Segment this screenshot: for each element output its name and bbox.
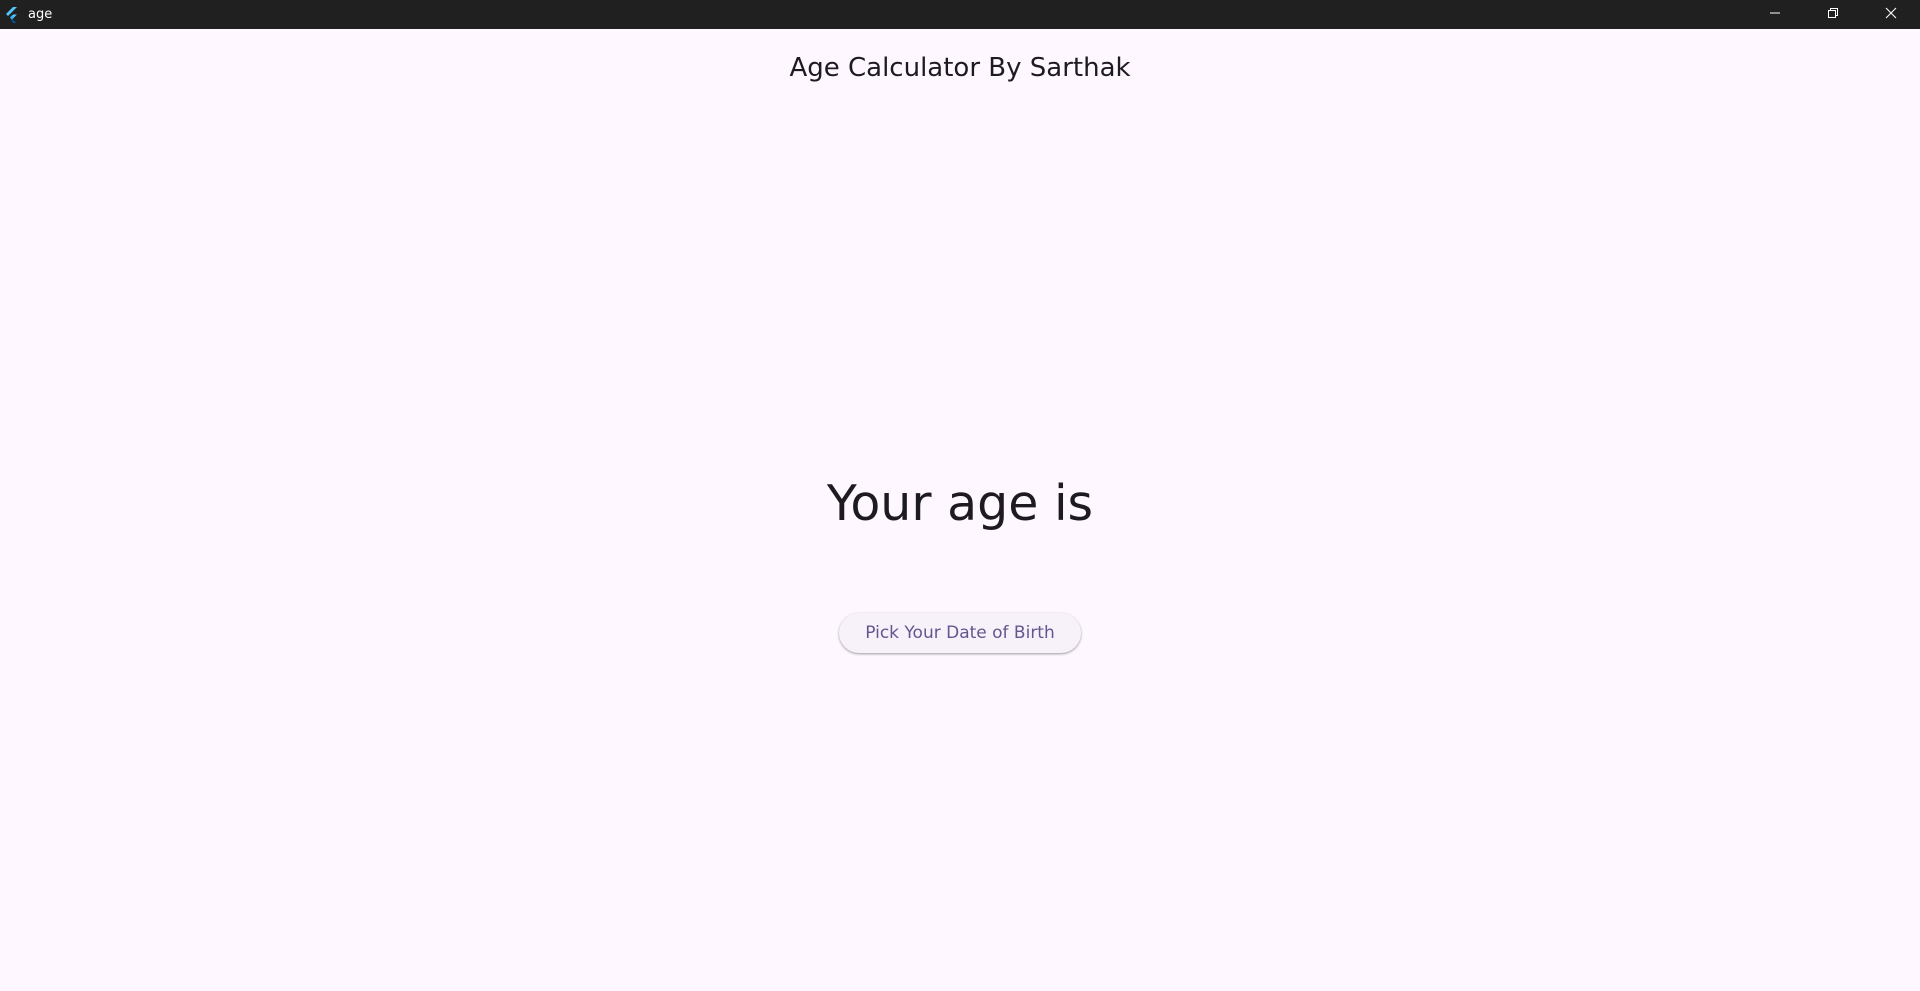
- minimize-icon: [1769, 6, 1781, 24]
- flutter-logo-icon: [4, 6, 20, 23]
- minimize-button[interactable]: [1746, 0, 1804, 29]
- window-title: age: [28, 7, 53, 22]
- page-title: Age Calculator By Sarthak: [789, 53, 1131, 83]
- window-controls: [1746, 0, 1920, 29]
- restore-icon: [1827, 6, 1839, 24]
- restore-button[interactable]: [1804, 0, 1862, 29]
- age-result-text: Your age is: [826, 475, 1094, 532]
- pick-date-of-birth-button[interactable]: Pick Your Date of Birth: [839, 613, 1081, 653]
- close-icon: [1885, 6, 1897, 24]
- window-titlebar[interactable]: age: [0, 0, 1920, 29]
- close-button[interactable]: [1862, 0, 1920, 29]
- app-bar: Age Calculator By Sarthak: [0, 29, 1920, 101]
